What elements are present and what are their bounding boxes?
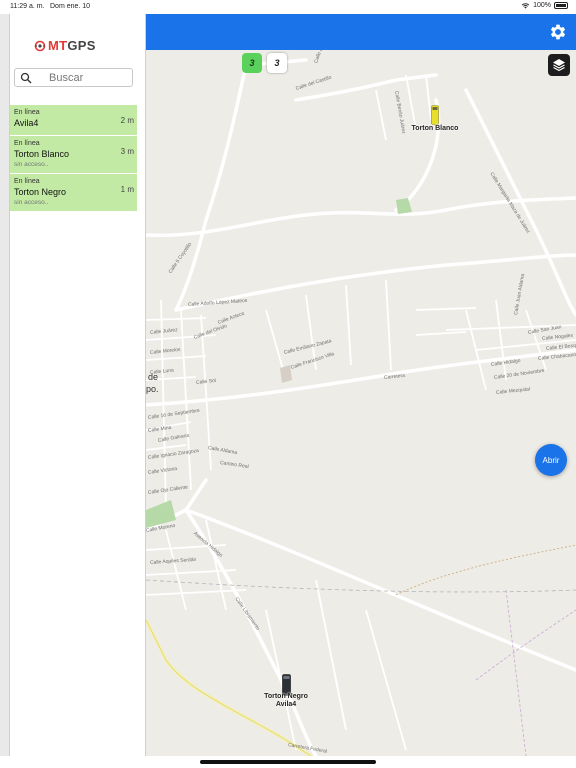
map-layers-button[interactable] bbox=[548, 54, 570, 76]
logo-mt: MT bbox=[48, 38, 68, 53]
logo-text: MTGPS bbox=[48, 38, 96, 53]
status-time: 11:29 a. m. bbox=[10, 3, 45, 10]
vehicle-status: En línea bbox=[14, 109, 40, 116]
vehicle-marker-label: Avila4 bbox=[275, 701, 297, 708]
app-logo: MTGPS bbox=[34, 38, 96, 53]
search-icon bbox=[20, 72, 32, 84]
vehicle-note: sin acceso.. bbox=[14, 199, 49, 206]
battery-icon bbox=[554, 2, 568, 9]
place-label: de bbox=[148, 372, 159, 382]
vehicle-status: En línea bbox=[14, 178, 40, 185]
vehicle-last-update: 2 m bbox=[120, 116, 134, 125]
vehicle-item-torton-negro[interactable]: En línea Torton Negro 1 m sin acceso.. bbox=[10, 174, 137, 212]
vehicle-name: Torton Blanco bbox=[14, 149, 70, 159]
truck-marker-icon[interactable] bbox=[431, 105, 439, 125]
layers-icon bbox=[553, 59, 565, 72]
sidebar-edge bbox=[0, 14, 10, 756]
vehicle-name: Torton Negro bbox=[14, 187, 67, 197]
map-view[interactable]: Calle del Castillo Calle Zapata Calle Be… bbox=[146, 50, 576, 756]
search-box[interactable] bbox=[14, 68, 133, 87]
gps-pin-icon bbox=[34, 40, 46, 51]
vehicle-note: sin acceso.. bbox=[14, 161, 49, 168]
map-cluster[interactable]: 3 bbox=[267, 53, 287, 73]
vehicle-status: En línea bbox=[14, 140, 40, 147]
status-date: Dom ene. 10 bbox=[50, 3, 91, 10]
home-indicator bbox=[200, 760, 376, 764]
app-header bbox=[146, 14, 576, 50]
map-roads bbox=[146, 58, 576, 756]
vehicle-list: En línea Avila4 2 m En línea Torton Blan… bbox=[10, 105, 137, 212]
battery-percent: 100% bbox=[533, 2, 551, 9]
status-right: 100% bbox=[521, 2, 568, 9]
search-input[interactable] bbox=[49, 70, 129, 85]
vehicle-last-update: 3 m bbox=[120, 147, 134, 156]
place-label: po. bbox=[146, 384, 159, 394]
wifi-icon bbox=[521, 3, 530, 9]
open-button[interactable]: Abrir bbox=[535, 444, 567, 476]
status-bar: 11:29 a. m. Dom ene. 10 100% bbox=[0, 0, 576, 14]
vehicle-name: Avila4 bbox=[14, 118, 39, 128]
vehicle-item-torton-blanco[interactable]: En línea Torton Blanco 3 m sin acceso.. bbox=[10, 136, 137, 174]
map-cluster[interactable]: 3 bbox=[242, 53, 262, 73]
gear-icon[interactable] bbox=[548, 22, 568, 42]
vehicle-last-update: 1 m bbox=[120, 185, 134, 194]
vehicle-marker-label: Torton Blanco bbox=[411, 125, 459, 132]
logo-gps: GPS bbox=[67, 38, 96, 53]
vehicle-item-avila4[interactable]: En línea Avila4 2 m bbox=[10, 105, 137, 136]
vehicle-marker-label: Torton Negro bbox=[264, 693, 308, 700]
